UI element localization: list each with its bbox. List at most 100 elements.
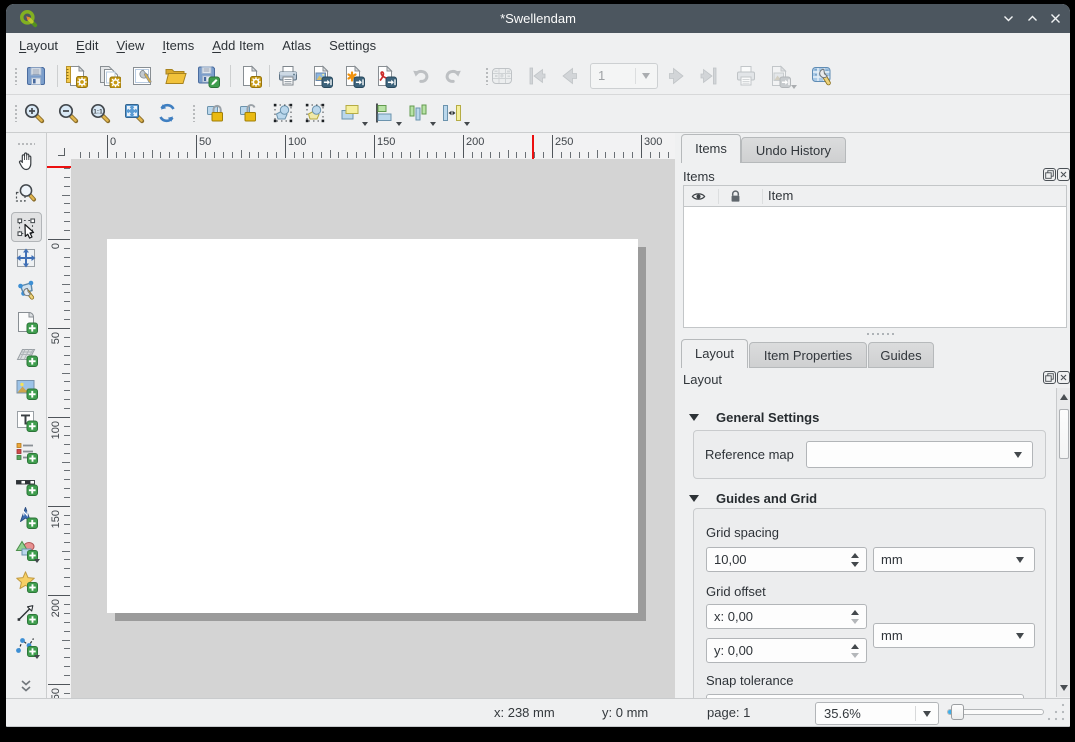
grid-offset-y-spinbox[interactable]: y: 0,00: [706, 638, 867, 663]
add-shape-button[interactable]: [12, 535, 40, 563]
grid-offset-x-down-icon[interactable]: [851, 619, 859, 624]
items-panel-float-button[interactable]: [1043, 168, 1056, 181]
add-marker-button[interactable]: [12, 567, 40, 595]
menu-item-add-item[interactable]: Add Item: [203, 35, 273, 56]
export-atlas-button[interactable]: [808, 62, 836, 90]
size-grip[interactable]: [1040, 701, 1066, 723]
dock-splitter[interactable]: [867, 333, 894, 335]
close-button[interactable]: [1048, 11, 1063, 26]
toolbar-handle[interactable]: [14, 104, 19, 122]
menu-item-edit[interactable]: Edit: [67, 35, 107, 56]
save-as-template-button[interactable]: [194, 62, 222, 90]
scrollbar-thumb[interactable]: [1059, 409, 1069, 459]
tab-item-properties[interactable]: Item Properties: [749, 342, 867, 368]
toolbar-handle[interactable]: [14, 67, 19, 85]
menu-item-atlas[interactable]: Atlas: [273, 35, 320, 56]
export-pdf-button[interactable]: [371, 62, 399, 90]
export-svg-button[interactable]: [339, 62, 367, 90]
distribute-items-button[interactable]: [404, 99, 432, 127]
guides-grid-header[interactable]: Guides and Grid: [716, 491, 817, 506]
add-label-button[interactable]: [12, 406, 40, 434]
maximize-button[interactable]: [1025, 11, 1040, 26]
layout-manager-button[interactable]: [128, 62, 156, 90]
grid-offset-x-spinbox[interactable]: x: 0,00: [706, 604, 867, 629]
add-picture-button[interactable]: [12, 374, 40, 402]
atlas-preview-button[interactable]: [488, 62, 516, 90]
guides-grid-collapse-icon[interactable]: [689, 495, 699, 502]
items-panel-close-button[interactable]: [1057, 168, 1070, 181]
layout-canvas[interactable]: [71, 159, 675, 698]
duplicate-layout-button[interactable]: [95, 62, 123, 90]
add-3d-map-button[interactable]: [12, 341, 40, 369]
menu-item-settings[interactable]: Settings: [320, 35, 385, 56]
save-project-button[interactable]: [22, 62, 50, 90]
print-atlas-button[interactable]: [765, 62, 793, 90]
print-button[interactable]: [274, 62, 302, 90]
layout-panel-float-button[interactable]: [1043, 371, 1056, 384]
previous-feature-button[interactable]: [555, 62, 583, 90]
general-settings-header[interactable]: General Settings: [716, 410, 819, 425]
scrollbar-up-icon[interactable]: [1060, 394, 1068, 400]
layout-page[interactable]: [107, 239, 638, 613]
edit-nodes-item-button[interactable]: [12, 276, 40, 304]
menu-item-items[interactable]: Items: [153, 35, 203, 56]
tab-guides[interactable]: Guides: [868, 342, 934, 368]
reference-map-combobox[interactable]: [806, 441, 1033, 468]
grid-spacing-spinbox[interactable]: 10,00: [706, 547, 867, 572]
grid-spacing-unit-combobox[interactable]: mm: [873, 547, 1035, 572]
align-items-button[interactable]: [370, 99, 398, 127]
grid-spacing-up-icon[interactable]: [851, 553, 859, 558]
add-node-item-button[interactable]: [12, 631, 40, 659]
deselect-all-button[interactable]: [301, 99, 329, 127]
next-feature-button[interactable]: [695, 62, 723, 90]
layout-panel-scrollbar[interactable]: [1056, 388, 1070, 697]
zoom-actual-button[interactable]: [86, 99, 114, 127]
layout-panel-close-button[interactable]: [1057, 371, 1070, 384]
export-image-button[interactable]: [307, 62, 335, 90]
zoom-full-button[interactable]: [120, 99, 148, 127]
add-north-arrow-button[interactable]: [12, 503, 40, 531]
grid-spacing-down-icon[interactable]: [851, 562, 859, 567]
general-settings-collapse-icon[interactable]: [689, 414, 699, 421]
zoom-slider-handle[interactable]: [951, 704, 964, 720]
first-feature-button[interactable]: [523, 62, 551, 90]
unlock-items-button[interactable]: [236, 99, 264, 127]
page-number-button[interactable]: [663, 62, 691, 90]
items-tree[interactable]: Item: [683, 185, 1067, 328]
zoom-out-button[interactable]: [54, 99, 82, 127]
resize-items-button[interactable]: [438, 99, 466, 127]
add-arrow-button[interactable]: [12, 599, 40, 627]
pan-button[interactable]: [12, 147, 40, 175]
last-feature-button[interactable]: [732, 62, 760, 90]
redo-button[interactable]: [439, 62, 467, 90]
zoom-combobox[interactable]: 35.6%: [815, 702, 939, 725]
menu-item-view[interactable]: View: [107, 35, 153, 56]
minimize-button[interactable]: [1001, 11, 1016, 26]
add-page-button[interactable]: [12, 308, 40, 336]
tab-undo-history[interactable]: Undo History: [741, 137, 846, 163]
new-layout-button[interactable]: [62, 62, 90, 90]
titlebar[interactable]: *Swellendam: [6, 4, 1070, 33]
scrollbar-down-icon[interactable]: [1060, 685, 1068, 691]
grid-offset-y-down-icon[interactable]: [851, 653, 859, 658]
select-all-button[interactable]: [269, 99, 297, 127]
tab-items[interactable]: Items: [681, 134, 741, 163]
add-scalebar-button[interactable]: [12, 470, 40, 498]
lock-items-button[interactable]: [203, 99, 231, 127]
toolbar-handle[interactable]: [192, 104, 197, 122]
move-item-content-button[interactable]: [12, 244, 40, 272]
tab-layout[interactable]: Layout: [681, 339, 748, 368]
add-pages-button[interactable]: [236, 62, 264, 90]
zoom-in-button[interactable]: [20, 99, 48, 127]
atlas-page-combobox[interactable]: 1: [590, 63, 658, 89]
zoom-button[interactable]: [12, 179, 40, 207]
add-legend-button[interactable]: [12, 438, 40, 466]
open-template-button[interactable]: [161, 62, 189, 90]
grid-offset-y-up-icon[interactable]: [851, 644, 859, 649]
refresh-button[interactable]: [153, 99, 181, 127]
grid-offset-unit-combobox[interactable]: mm: [873, 623, 1035, 648]
menu-item-layout[interactable]: Layout: [10, 35, 67, 56]
toolbox-extender-button[interactable]: [14, 678, 38, 696]
select-move-item-button[interactable]: [11, 212, 42, 242]
raise-items-button[interactable]: [336, 99, 364, 127]
